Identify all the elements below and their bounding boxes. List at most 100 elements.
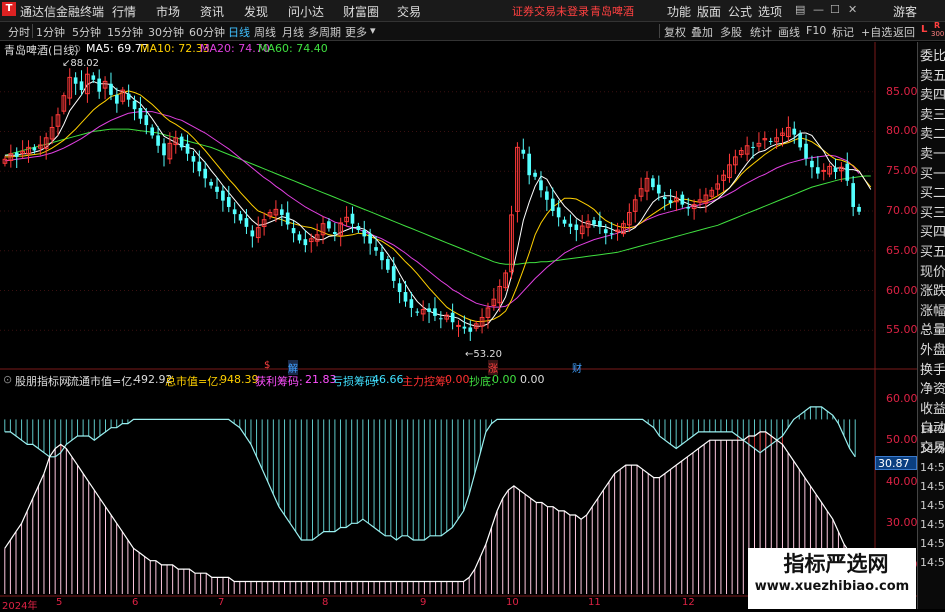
candle-body <box>209 181 213 186</box>
sidebar-time-7: 14:56 <box>920 556 945 569</box>
sidebar-item-1[interactable]: 卖五 <box>920 65 945 84</box>
candle-body <box>751 146 755 148</box>
sidebar-item-0[interactable]: 委比 <box>920 45 945 64</box>
candle-body <box>291 228 296 234</box>
date-axis-label: 2024年 <box>2 601 38 612</box>
candle-body <box>279 209 284 215</box>
candle-body <box>409 299 414 308</box>
candle-body <box>144 115 149 126</box>
high-price-annotation: ↙88.02 <box>62 58 99 69</box>
sidebar-item-7[interactable]: 买二 <box>920 182 945 201</box>
candle-body <box>545 191 549 200</box>
sidebar-item-10[interactable]: 买五 <box>920 241 945 260</box>
candle-body <box>285 212 290 225</box>
sidebar-item-4[interactable]: 卖二 <box>920 123 945 142</box>
low-price-annotation: ←53.20 <box>465 349 502 360</box>
date-axis-label: 11 <box>588 597 601 608</box>
candle-body <box>162 143 166 156</box>
sidebar-item-6[interactable]: 买一 <box>920 163 945 182</box>
chart-grid <box>0 42 917 597</box>
date-axis-label: 9 <box>420 597 427 608</box>
sidebar-item-13[interactable]: 涨幅 <box>920 300 945 319</box>
sidebar-corner-letter: R <box>934 21 941 30</box>
sidebar-item-5[interactable]: 卖一 <box>920 143 945 162</box>
price-chart[interactable] <box>0 0 945 609</box>
sidebar-time-4: 14:56 <box>920 499 945 512</box>
candle-body <box>138 107 143 119</box>
candle-body <box>539 180 543 191</box>
candle-body <box>385 259 390 270</box>
candle-body <box>592 220 596 225</box>
candle-body <box>562 219 567 224</box>
sidebar-item-11[interactable]: 现价 <box>920 261 945 280</box>
date-axis-label: 7 <box>218 597 225 608</box>
marker-finance[interactable]: 财 <box>572 360 582 375</box>
marker-dollar[interactable]: $ <box>264 360 270 371</box>
candle-body <box>574 224 579 231</box>
sidebar-item-16[interactable]: 换手 <box>920 359 945 378</box>
ma20-line <box>4 111 860 308</box>
candle-body <box>226 197 231 207</box>
candle-body <box>815 167 820 174</box>
candle-body <box>250 230 255 237</box>
candle-body <box>857 206 861 212</box>
candle-body <box>297 234 302 241</box>
candle-body <box>804 143 808 159</box>
profit-chips-label: 获利筹码: <box>255 375 303 388</box>
sidebar-item-18[interactable]: 收益 <box>920 398 945 417</box>
total-cap-value: 948.39 <box>220 373 259 386</box>
loss-chips-value: 46.66 <box>372 373 404 386</box>
candle-body <box>609 233 614 235</box>
candle-body <box>332 232 337 235</box>
candle-body <box>197 161 202 172</box>
candle-body <box>433 308 437 316</box>
sidebar-item-17[interactable]: 净资 <box>920 378 945 397</box>
sidebar-item-15[interactable]: 外盘 <box>920 339 945 358</box>
sidebar-item-9[interactable]: 买四 <box>920 221 945 240</box>
candle-body <box>14 152 19 157</box>
candle-body <box>185 143 190 154</box>
candle-body <box>368 234 372 244</box>
candle-body <box>527 153 532 176</box>
sidebar-item-3[interactable]: 卖三 <box>920 104 945 123</box>
candle-body <box>686 206 691 209</box>
candle-body <box>350 213 355 224</box>
candle-body <box>450 312 455 323</box>
bottom-fishing-value: 0.00 <box>492 373 517 386</box>
watermark-title: 指标严选网 <box>783 552 889 576</box>
price-axis-label: 80.00 <box>886 124 918 138</box>
price-axis-label: 75.00 <box>886 164 918 178</box>
candle-body <box>798 133 802 148</box>
sidebar-item-2[interactable]: 卖四 <box>920 84 945 103</box>
sidebar-time-0: 14:56 <box>920 423 945 436</box>
sidebar-time-5: 14:56 <box>920 518 945 531</box>
sidebar-item-12[interactable]: 涨跌 <box>920 280 945 299</box>
candle-body <box>462 326 467 329</box>
sidebar-time-2: 14:56 <box>920 461 945 474</box>
candle-body <box>845 163 850 181</box>
sidebar-time-3: 14:56 <box>920 480 945 493</box>
candlesticks <box>2 67 861 341</box>
indicator-settings-icon[interactable]: ⊙ <box>3 373 12 386</box>
candle-body <box>91 75 96 80</box>
candle-body <box>556 207 561 218</box>
osc-axis-label: 30.00 <box>886 516 918 530</box>
indicator-name: 股朋指标网 <box>15 375 70 388</box>
candle-body <box>109 83 113 95</box>
candle-body <box>380 251 384 261</box>
candle-body <box>150 127 155 136</box>
sidebar-item-14[interactable]: 总量 <box>920 319 945 338</box>
candle-body <box>403 292 408 302</box>
date-axis-label: 12 <box>682 597 695 608</box>
low-price-value: 53.20 <box>473 349 503 360</box>
sidebar-item-8[interactable]: 买三 <box>920 202 945 221</box>
price-axis-label: 60.00 <box>886 283 918 297</box>
candle-body <box>397 283 402 293</box>
ma10-line <box>4 90 872 322</box>
candle-body <box>662 197 667 200</box>
candle-body <box>668 200 673 203</box>
date-axis-label: 6 <box>132 597 139 608</box>
price-axis-label: 85.00 <box>886 84 918 98</box>
candle-body <box>126 93 131 100</box>
candle-body <box>439 318 443 320</box>
